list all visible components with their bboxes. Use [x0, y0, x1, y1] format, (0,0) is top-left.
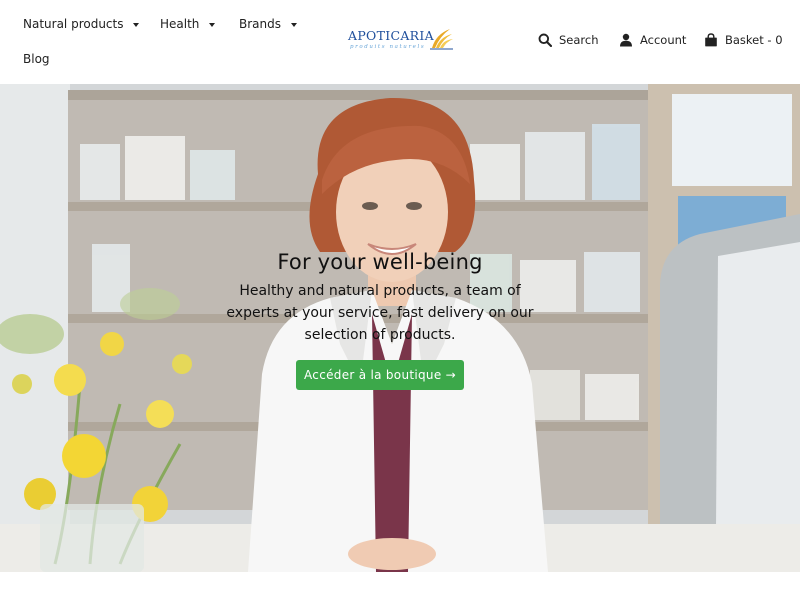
site-logo[interactable]: APOTICARIA produits naturels [348, 26, 456, 56]
account-label: Account [640, 33, 687, 47]
nav-brands-label: Brands [239, 17, 281, 31]
nav-health-label: Health [160, 17, 200, 31]
sun-icon [430, 29, 453, 50]
nav-natural-products-label: Natural products [23, 17, 124, 31]
logo-wordmark: APOTICARIA [348, 28, 434, 43]
hero-banner: For your well-being Healthy and natural … [0, 84, 800, 572]
caret-down-icon [291, 22, 297, 27]
nav-natural-products[interactable]: Natural products [23, 17, 140, 31]
caret-down-icon [133, 22, 140, 27]
search-icon [538, 33, 552, 47]
nav-blog-label: Blog [23, 52, 50, 66]
search-link[interactable]: Search [538, 33, 599, 47]
hero-title: For your well-being [277, 250, 483, 274]
nav-brands[interactable]: Brands [239, 17, 297, 31]
nav-health[interactable]: Health [160, 17, 216, 31]
basket-label: Basket - 0 [725, 33, 783, 47]
basket-link[interactable]: Basket - 0 [704, 33, 783, 47]
bag-icon [705, 33, 717, 47]
search-label: Search [559, 33, 599, 47]
nav-blog[interactable]: Blog [23, 52, 50, 66]
user-icon [620, 33, 632, 47]
account-link[interactable]: Account [619, 33, 686, 47]
caret-down-icon [209, 22, 216, 27]
site-header: Natural products Health Brands Blog APOT… [0, 0, 800, 84]
hero-subtitle: Healthy and natural products, a team of … [226, 283, 534, 343]
shop-cta-button[interactable]: Accéder à la boutique → [296, 360, 464, 390]
logo-tagline: produits naturels [350, 44, 426, 50]
page-below-hero [0, 572, 800, 600]
